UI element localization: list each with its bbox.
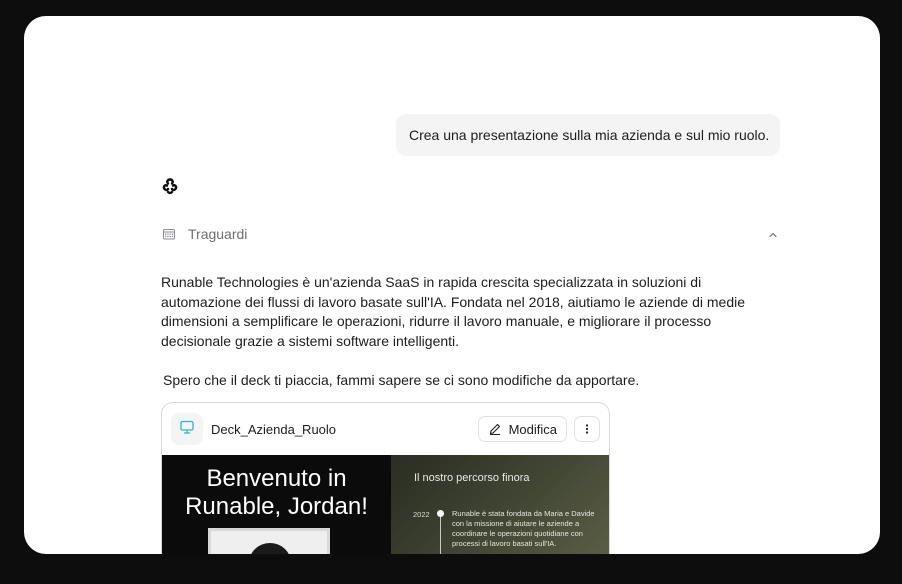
journey-slide-title: Il nostro percorso finora (414, 472, 530, 484)
deck-file-card[interactable]: Deck_Azienda_Ruolo Modifica Benvenuto in… (161, 402, 610, 554)
user-message-text: Crea una presentazione sulla mia azienda… (409, 127, 770, 143)
timeline-year: 2022 (413, 510, 430, 519)
profile-photo (208, 528, 330, 554)
calendar-icon (162, 227, 176, 241)
milestones-label: Traguardi (188, 226, 248, 242)
slide-journey-preview[interactable]: Il nostro percorso finora 2022 Runable è… (391, 455, 609, 554)
pencil-icon (489, 423, 500, 436)
more-options-button[interactable] (574, 416, 600, 442)
runable-logo-icon (160, 176, 180, 196)
edit-button[interactable]: Modifica (477, 416, 567, 442)
user-message-bubble: Crea una presentazione sulla mia azienda… (396, 114, 780, 156)
assistant-closing-text: Spero che il deck ti piaccia, fammi sape… (163, 372, 640, 388)
presentation-icon (179, 419, 195, 440)
timeline-line (440, 511, 441, 554)
more-vertical-icon (585, 424, 589, 434)
timeline-text: Runable è stata fondata da Maria e David… (452, 509, 595, 548)
edit-button-label: Modifica (508, 421, 557, 437)
milestones-section-header[interactable]: Traguardi (162, 224, 782, 244)
timeline-dot (437, 510, 444, 517)
chevron-up-icon[interactable] (767, 228, 779, 240)
file-card-header: Deck_Azienda_Ruolo Modifica (162, 403, 609, 455)
file-name: Deck_Azienda_Ruolo (211, 421, 337, 437)
welcome-slide-title: Benvenuto in Runable, Jordan! (185, 465, 368, 520)
slide-welcome-preview[interactable]: Benvenuto in Runable, Jordan! (162, 455, 391, 554)
file-icon-container (171, 413, 203, 445)
chat-window: Crea una presentazione sulla mia azienda… (24, 16, 880, 554)
assistant-paragraph: Runable Technologies è un'azienda SaaS i… (161, 274, 746, 349)
